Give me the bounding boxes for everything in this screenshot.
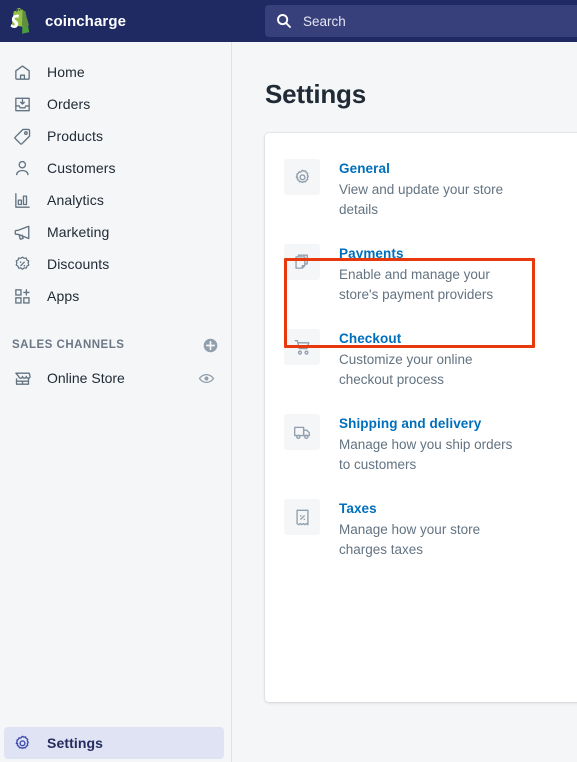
orders-inbox-icon bbox=[12, 94, 32, 114]
settings-item-title: Shipping and delivery bbox=[339, 416, 482, 431]
sidebar-item-online-store[interactable]: Online Store bbox=[4, 362, 227, 394]
settings-item-title: Checkout bbox=[339, 331, 402, 346]
payments-cards-icon bbox=[284, 244, 320, 280]
product-tag-icon bbox=[12, 126, 32, 146]
sidebar-item-label: Marketing bbox=[47, 224, 110, 240]
settings-item-description: Manage how you ship orders to customers bbox=[339, 437, 513, 472]
settings-card: General View and update your store detai… bbox=[265, 133, 577, 702]
settings-item-title: Taxes bbox=[339, 501, 377, 516]
shopify-logo[interactable] bbox=[0, 0, 42, 42]
sidebar-item-apps[interactable]: Apps bbox=[4, 280, 227, 312]
settings-item-checkout[interactable]: Checkout Customize your online checkout … bbox=[265, 317, 577, 402]
sidebar-item-orders[interactable]: Orders bbox=[4, 88, 227, 120]
sidebar-item-products[interactable]: Products bbox=[4, 120, 227, 152]
search-input[interactable]: Search bbox=[265, 5, 577, 37]
page-title: Settings bbox=[265, 79, 366, 109]
gear-icon bbox=[284, 159, 320, 195]
sidebar-item-discounts[interactable]: Discounts bbox=[4, 248, 227, 280]
sidebar-item-label: Customers bbox=[47, 160, 116, 176]
primary-navigation: Home Orders Products Customers Analytics… bbox=[0, 42, 231, 312]
shopify-admin-window: coincharge Search Home Orders Products C… bbox=[0, 0, 577, 762]
shopify-bag-icon bbox=[10, 7, 30, 34]
circle-plus-icon[interactable] bbox=[202, 337, 219, 354]
sidebar: Home Orders Products Customers Analytics… bbox=[0, 42, 232, 762]
sidebar-item-label: Orders bbox=[47, 96, 91, 112]
sidebar-item-label: Apps bbox=[47, 288, 80, 304]
shopping-cart-icon bbox=[284, 329, 320, 365]
store-name: coincharge bbox=[45, 12, 127, 30]
settings-item-taxes[interactable]: Taxes Manage how your store charges taxe… bbox=[265, 487, 577, 572]
search-icon bbox=[276, 13, 292, 29]
sales-channels-header: SALES CHANNELS bbox=[0, 330, 231, 360]
storefront-icon bbox=[12, 368, 32, 388]
sidebar-item-label: Home bbox=[47, 64, 85, 80]
sidebar-item-label: Settings bbox=[47, 735, 104, 751]
marketing-megaphone-icon bbox=[12, 222, 32, 242]
discount-percent-icon bbox=[12, 254, 32, 274]
settings-item-payments[interactable]: Payments Enable and manage your store's … bbox=[265, 232, 577, 317]
sidebar-item-label: Discounts bbox=[47, 256, 110, 272]
settings-item-title: Payments bbox=[339, 246, 404, 261]
settings-item-description: Manage how your store charges taxes bbox=[339, 522, 481, 557]
analytics-bar-chart-icon bbox=[12, 190, 32, 210]
tax-receipt-percent-icon bbox=[284, 499, 320, 535]
settings-item-shipping-and-delivery[interactable]: Shipping and delivery Manage how you shi… bbox=[265, 402, 577, 487]
home-icon bbox=[12, 62, 32, 82]
gear-icon bbox=[12, 733, 32, 753]
search-placeholder: Search bbox=[303, 13, 346, 29]
sidebar-item-label: Online Store bbox=[47, 370, 125, 386]
sidebar-item-label: Products bbox=[47, 128, 104, 144]
sidebar-item-home[interactable]: Home bbox=[4, 56, 227, 88]
top-bar: coincharge Search bbox=[0, 0, 577, 42]
settings-item-general[interactable]: General View and update your store detai… bbox=[265, 147, 577, 232]
delivery-truck-icon bbox=[284, 414, 320, 450]
sidebar-item-label: Analytics bbox=[47, 192, 104, 208]
sidebar-item-settings[interactable]: Settings bbox=[4, 727, 224, 759]
eye-icon[interactable] bbox=[198, 370, 215, 387]
settings-item-description: Enable and manage your store's payment p… bbox=[339, 267, 494, 302]
apps-grid-plus-icon bbox=[12, 286, 32, 306]
main-content: Settings General View and update your st… bbox=[233, 42, 577, 762]
customer-person-icon bbox=[12, 158, 32, 178]
settings-item-description: View and update your store details bbox=[339, 182, 504, 217]
sidebar-item-customers[interactable]: Customers bbox=[4, 152, 227, 184]
sales-channels-title: SALES CHANNELS bbox=[12, 339, 125, 351]
settings-item-description: Customize your online checkout process bbox=[339, 352, 473, 387]
settings-item-title: General bbox=[339, 161, 390, 176]
sidebar-item-analytics[interactable]: Analytics bbox=[4, 184, 227, 216]
sidebar-item-marketing[interactable]: Marketing bbox=[4, 216, 227, 248]
settings-list: General View and update your store detai… bbox=[265, 133, 577, 572]
